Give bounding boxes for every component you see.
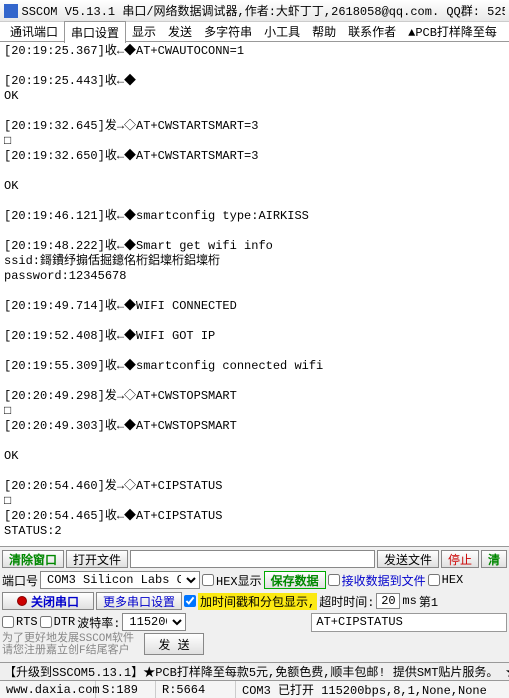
port-select[interactable]: COM3 Silicon Labs CP210x U: [40, 571, 200, 589]
terminal-line: [4, 539, 505, 547]
footer-promo: 【升级到SSCOM5.13.1】★PCB打样降至每款5元,免额色费,顺丰包邮! …: [0, 662, 509, 680]
save-data-button[interactable]: 保存数据: [264, 571, 326, 589]
terminal-line: STATUS:2: [4, 524, 505, 539]
menu-comm-port[interactable]: 通讯端口: [4, 21, 64, 42]
terminal-line: OK: [4, 179, 505, 194]
dtr-check[interactable]: DTR: [40, 615, 76, 629]
titlebar: SSCOM V5.13.1 串口/网络数据调试器,作者:大虾丁丁,2618058…: [0, 0, 509, 22]
hint-line2: 请您注册嘉立创F结尾客户: [2, 645, 142, 657]
timeout-input[interactable]: [376, 593, 400, 609]
hint-line1: 为了更好地发展SSCOM软件: [2, 633, 142, 645]
terminal-line: ssid:鎶鐨纾搧佸掘鐿佲桁鋁壈桁鋁壈桁: [4, 254, 505, 269]
terminal-line: [4, 314, 505, 329]
terminal-line: [4, 194, 505, 209]
timeout-label: 超时时间:: [319, 593, 374, 610]
status-recv: R:5664: [156, 681, 236, 698]
terminal-line: [4, 464, 505, 479]
clear-window-button[interactable]: 清除窗口: [2, 550, 64, 568]
send-file-button[interactable]: 发送文件: [377, 550, 439, 568]
terminal-line: [4, 59, 505, 74]
menu-multistring[interactable]: 多字符串: [198, 21, 258, 42]
terminal-line: [4, 224, 505, 239]
terminal-line: [20:19:25.367]收←◆AT+CWAUTOCONN=1: [4, 44, 505, 59]
terminal-line: [20:19:49.714]收←◆WIFI CONNECTED: [4, 299, 505, 314]
terminal-line: [4, 104, 505, 119]
clear-send-button[interactable]: 清: [481, 550, 507, 568]
send-button[interactable]: 发 送: [144, 633, 204, 655]
status-sent: S:189: [96, 681, 156, 698]
terminal-line: □: [4, 494, 505, 509]
window-title: SSCOM V5.13.1 串口/网络数据调试器,作者:大虾丁丁,2618058…: [22, 2, 506, 19]
app-icon: [4, 4, 18, 18]
baud-label: 波特率:: [77, 614, 120, 631]
menu-help[interactable]: 帮助: [306, 21, 342, 42]
terminal-line: [20:19:32.650]收←◆AT+CWSTARTSMART=3: [4, 149, 505, 164]
terminal-line: [4, 374, 505, 389]
terminal-line: [20:20:54.460]发→◇AT+CIPSTATUS: [4, 479, 505, 494]
terminal-line: [4, 284, 505, 299]
terminal-line: [20:19:55.309]收←◆smartconfig connected w…: [4, 359, 505, 374]
terminal-line: [4, 434, 505, 449]
rts-check[interactable]: RTS: [2, 615, 38, 629]
terminal-line: [20:20:49.298]发→◇AT+CWSTOPSMART: [4, 389, 505, 404]
send-text-input[interactable]: [312, 614, 506, 631]
baud-select[interactable]: 115200: [122, 613, 186, 631]
file-path-combo[interactable]: [130, 550, 375, 568]
controls-panel: 清除窗口 打开文件 发送文件 停止 清 端口号 COM3 Silicon Lab…: [0, 547, 509, 662]
terminal-line: □: [4, 134, 505, 149]
terminal-line: password:12345678: [4, 269, 505, 284]
terminal-line: [4, 164, 505, 179]
statusbar: www.daxia.com S:189 R:5664 COM3 已打开 1152…: [0, 680, 509, 698]
timeout-unit: ms: [402, 594, 416, 608]
menu-contact[interactable]: 联系作者: [342, 21, 402, 42]
terminal-line: [20:20:54.465]收←◆AT+CIPSTATUS: [4, 509, 505, 524]
menu-tools[interactable]: 小工具: [258, 21, 306, 42]
terminal-line: [20:19:25.443]收←◆: [4, 74, 505, 89]
terminal-line: [20:19:32.645]发→◇AT+CWSTARTSMART=3: [4, 119, 505, 134]
bytes-label: 第1: [419, 593, 438, 610]
terminal-output[interactable]: [20:19:25.367]收←◆AT+CWAUTOCONN=1 [20:19:…: [0, 42, 509, 547]
menu-serial-settings[interactable]: 串口设置: [64, 21, 126, 43]
status-site: www.daxia.com: [0, 681, 96, 698]
hex-display-check[interactable]: HEX显示: [202, 572, 262, 589]
menu-send[interactable]: 发送: [162, 21, 198, 42]
more-settings-button[interactable]: 更多串口设置: [96, 592, 182, 610]
close-port-button[interactable]: 关闭串口: [2, 592, 94, 610]
terminal-line: [20:20:49.303]收←◆AT+CWSTOPSMART: [4, 419, 505, 434]
terminal-line: □: [4, 404, 505, 419]
stop-button[interactable]: 停止: [441, 550, 479, 568]
timestamp-check[interactable]: 加时间戳和分包显示,: [184, 593, 317, 610]
menu-display[interactable]: 显示: [126, 21, 162, 42]
open-file-button[interactable]: 打开文件: [66, 550, 128, 568]
menu-pcb[interactable]: ▲PCB打样降至每: [402, 21, 503, 42]
terminal-line: [4, 344, 505, 359]
hex2-check[interactable]: HEX: [428, 573, 464, 587]
menubar: 通讯端口 串口设置 显示 发送 多字符串 小工具 帮助 联系作者 ▲PCB打样降…: [0, 22, 509, 42]
terminal-line: [20:19:48.222]收←◆Smart get wifi info: [4, 239, 505, 254]
port-label: 端口号: [2, 572, 38, 589]
terminal-line: OK: [4, 449, 505, 464]
terminal-line: OK: [4, 89, 505, 104]
recv-to-file-check[interactable]: 接收数据到文件: [328, 572, 426, 589]
status-conn: COM3 已打开 115200bps,8,1,None,None: [236, 681, 509, 698]
terminal-line: [20:19:46.121]收←◆smartconfig type:AIRKIS…: [4, 209, 505, 224]
terminal-line: [20:19:52.408]收←◆WIFI GOT IP: [4, 329, 505, 344]
port-led-icon: [17, 596, 27, 606]
